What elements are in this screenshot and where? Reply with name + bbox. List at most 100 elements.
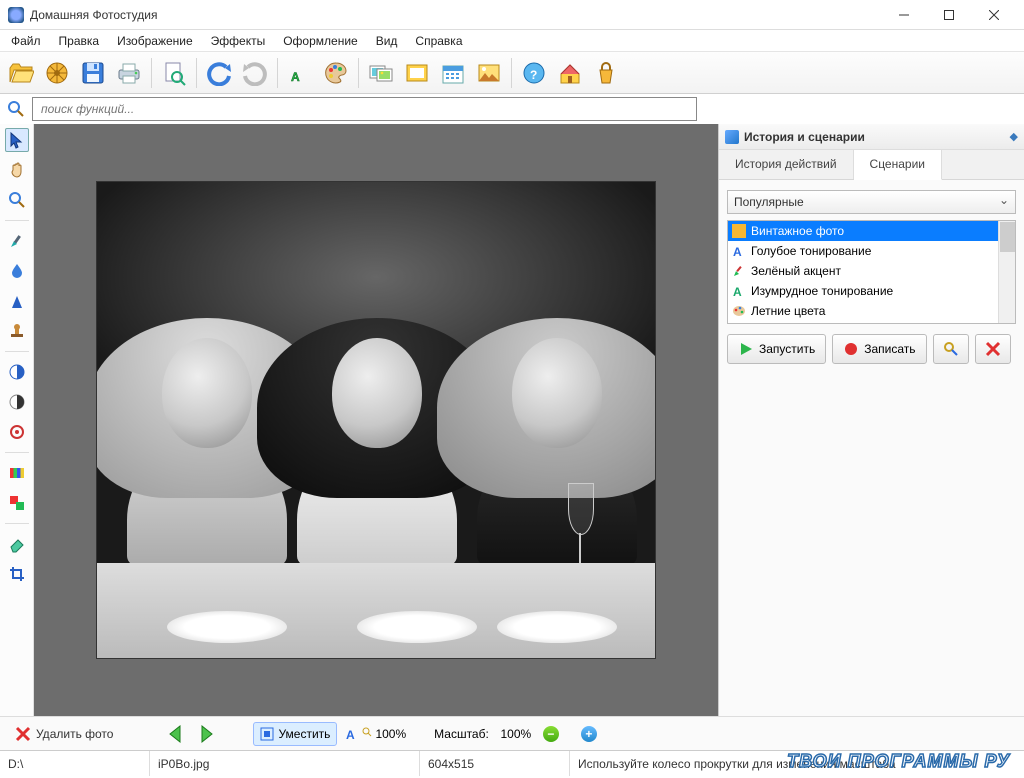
- text-button[interactable]: A: [283, 56, 317, 90]
- actual-size-button[interactable]: A 100%: [345, 727, 406, 741]
- catalog-button[interactable]: [40, 56, 74, 90]
- list-item[interactable]: Винтажное фото: [728, 221, 1015, 241]
- app-icon: [8, 7, 24, 23]
- toolbar-separator: [511, 58, 512, 88]
- print-button[interactable]: [112, 56, 146, 90]
- next-button[interactable]: [195, 723, 217, 745]
- home-button[interactable]: [553, 56, 587, 90]
- search-row: [0, 94, 1024, 124]
- tool-swap-colors[interactable]: [5, 491, 29, 515]
- tool-pointer[interactable]: [5, 128, 29, 152]
- scenario-category-dropdown[interactable]: Популярные: [727, 190, 1016, 214]
- zoom-out-button[interactable]: −: [543, 726, 559, 742]
- search-icon: [6, 99, 26, 119]
- menu-help[interactable]: Справка: [406, 32, 471, 50]
- menu-edit[interactable]: Правка: [50, 32, 109, 50]
- tab-scenarios[interactable]: Сценарии: [854, 150, 942, 180]
- fit-icon: [260, 727, 274, 741]
- tool-stamp[interactable]: [5, 319, 29, 343]
- scale-value: 100%: [497, 727, 535, 741]
- menubar: Файл Правка Изображение Эффекты Оформлен…: [0, 30, 1024, 52]
- list-item-label: Зелёный акцент: [751, 264, 841, 278]
- prev-button[interactable]: [165, 723, 187, 745]
- tool-separator: [5, 351, 29, 352]
- open-button[interactable]: [4, 56, 38, 90]
- edit-script-button[interactable]: [933, 334, 969, 364]
- tool-separator: [5, 220, 29, 221]
- scrollbar[interactable]: [998, 221, 1015, 323]
- redo-button[interactable]: [238, 56, 272, 90]
- palette-button[interactable]: [319, 56, 353, 90]
- record-label: Записать: [864, 342, 915, 356]
- page-preview-button[interactable]: [157, 56, 191, 90]
- vintage-icon: [732, 224, 746, 238]
- undo-button[interactable]: [202, 56, 236, 90]
- photo-image: [96, 181, 656, 659]
- save-button[interactable]: [76, 56, 110, 90]
- maximize-button[interactable]: [926, 1, 971, 29]
- record-button[interactable]: Записать: [832, 334, 926, 364]
- letter-a-icon: A: [345, 727, 359, 741]
- tool-separator: [5, 523, 29, 524]
- menu-effects[interactable]: Эффекты: [202, 32, 275, 50]
- toolbar-separator: [358, 58, 359, 88]
- list-item[interactable]: Летние цвета: [728, 301, 1015, 321]
- window-title: Домашняя Фотостудия: [30, 8, 881, 22]
- tool-lighten[interactable]: [5, 390, 29, 414]
- tool-gradient[interactable]: [5, 461, 29, 485]
- toolbar-separator: [196, 58, 197, 88]
- x-icon: [14, 725, 32, 743]
- scenario-list[interactable]: Винтажное фото A Голубое тонирование Зелё…: [727, 220, 1016, 324]
- postcard-button[interactable]: [472, 56, 506, 90]
- pencil-icon: [732, 264, 746, 278]
- calendar-button[interactable]: [436, 56, 470, 90]
- tool-eraser[interactable]: [5, 532, 29, 556]
- list-item[interactable]: AИзумрудное тонирование: [728, 281, 1015, 301]
- tool-target[interactable]: [5, 420, 29, 444]
- letter-icon: A: [732, 244, 746, 258]
- close-button[interactable]: [971, 1, 1016, 29]
- svg-text:A: A: [291, 70, 300, 84]
- tool-hand[interactable]: [5, 158, 29, 182]
- list-item[interactable]: Зелёный акцент: [728, 261, 1015, 281]
- zoom-in-button[interactable]: +: [581, 726, 597, 742]
- actual-size-label: 100%: [375, 727, 406, 741]
- status-filename: iP0Bo.jpg: [150, 751, 420, 776]
- canvas[interactable]: [34, 124, 719, 716]
- images-button[interactable]: [364, 56, 398, 90]
- menu-image[interactable]: Изображение: [108, 32, 202, 50]
- collapse-icon[interactable]: ◆: [1010, 130, 1018, 143]
- watermark: ТВОИ ПРОГРАММЫ РУ: [787, 751, 1010, 772]
- tool-zoom[interactable]: [5, 188, 29, 212]
- menu-view[interactable]: Вид: [367, 32, 407, 50]
- tool-spray[interactable]: [5, 289, 29, 313]
- fit-button[interactable]: Уместить: [253, 722, 337, 746]
- run-button[interactable]: Запустить: [727, 334, 826, 364]
- list-item-label: Изумрудное тонирование: [751, 284, 893, 298]
- svg-text:A: A: [346, 728, 355, 741]
- delete-label: Удалить фото: [36, 727, 113, 741]
- history-icon: [725, 130, 739, 144]
- shop-button[interactable]: [589, 56, 623, 90]
- tool-contrast[interactable]: [5, 360, 29, 384]
- help-button[interactable]: ?: [517, 56, 551, 90]
- minimize-button[interactable]: [881, 1, 926, 29]
- panel-title: История и сценарии: [744, 130, 1010, 144]
- delete-script-button[interactable]: [975, 334, 1011, 364]
- frame-button[interactable]: [400, 56, 434, 90]
- svg-text:A: A: [733, 245, 742, 258]
- left-toolbar: [0, 124, 34, 716]
- list-item[interactable]: A Голубое тонирование: [728, 241, 1015, 261]
- list-item-label: Голубое тонирование: [751, 244, 871, 258]
- delete-photo-button[interactable]: Удалить фото: [8, 721, 119, 747]
- search-input[interactable]: [32, 97, 697, 121]
- right-panel: История и сценарии ◆ История действий Сц…: [719, 124, 1024, 716]
- tab-history[interactable]: История действий: [719, 150, 854, 179]
- menu-file[interactable]: Файл: [2, 32, 50, 50]
- zoom-small-icon: [362, 727, 372, 741]
- menu-design[interactable]: Оформление: [274, 32, 366, 50]
- tool-drop[interactable]: [5, 259, 29, 283]
- list-item-label: Летние цвета: [751, 304, 825, 318]
- tool-crop[interactable]: [5, 562, 29, 586]
- tool-brush[interactable]: [5, 229, 29, 253]
